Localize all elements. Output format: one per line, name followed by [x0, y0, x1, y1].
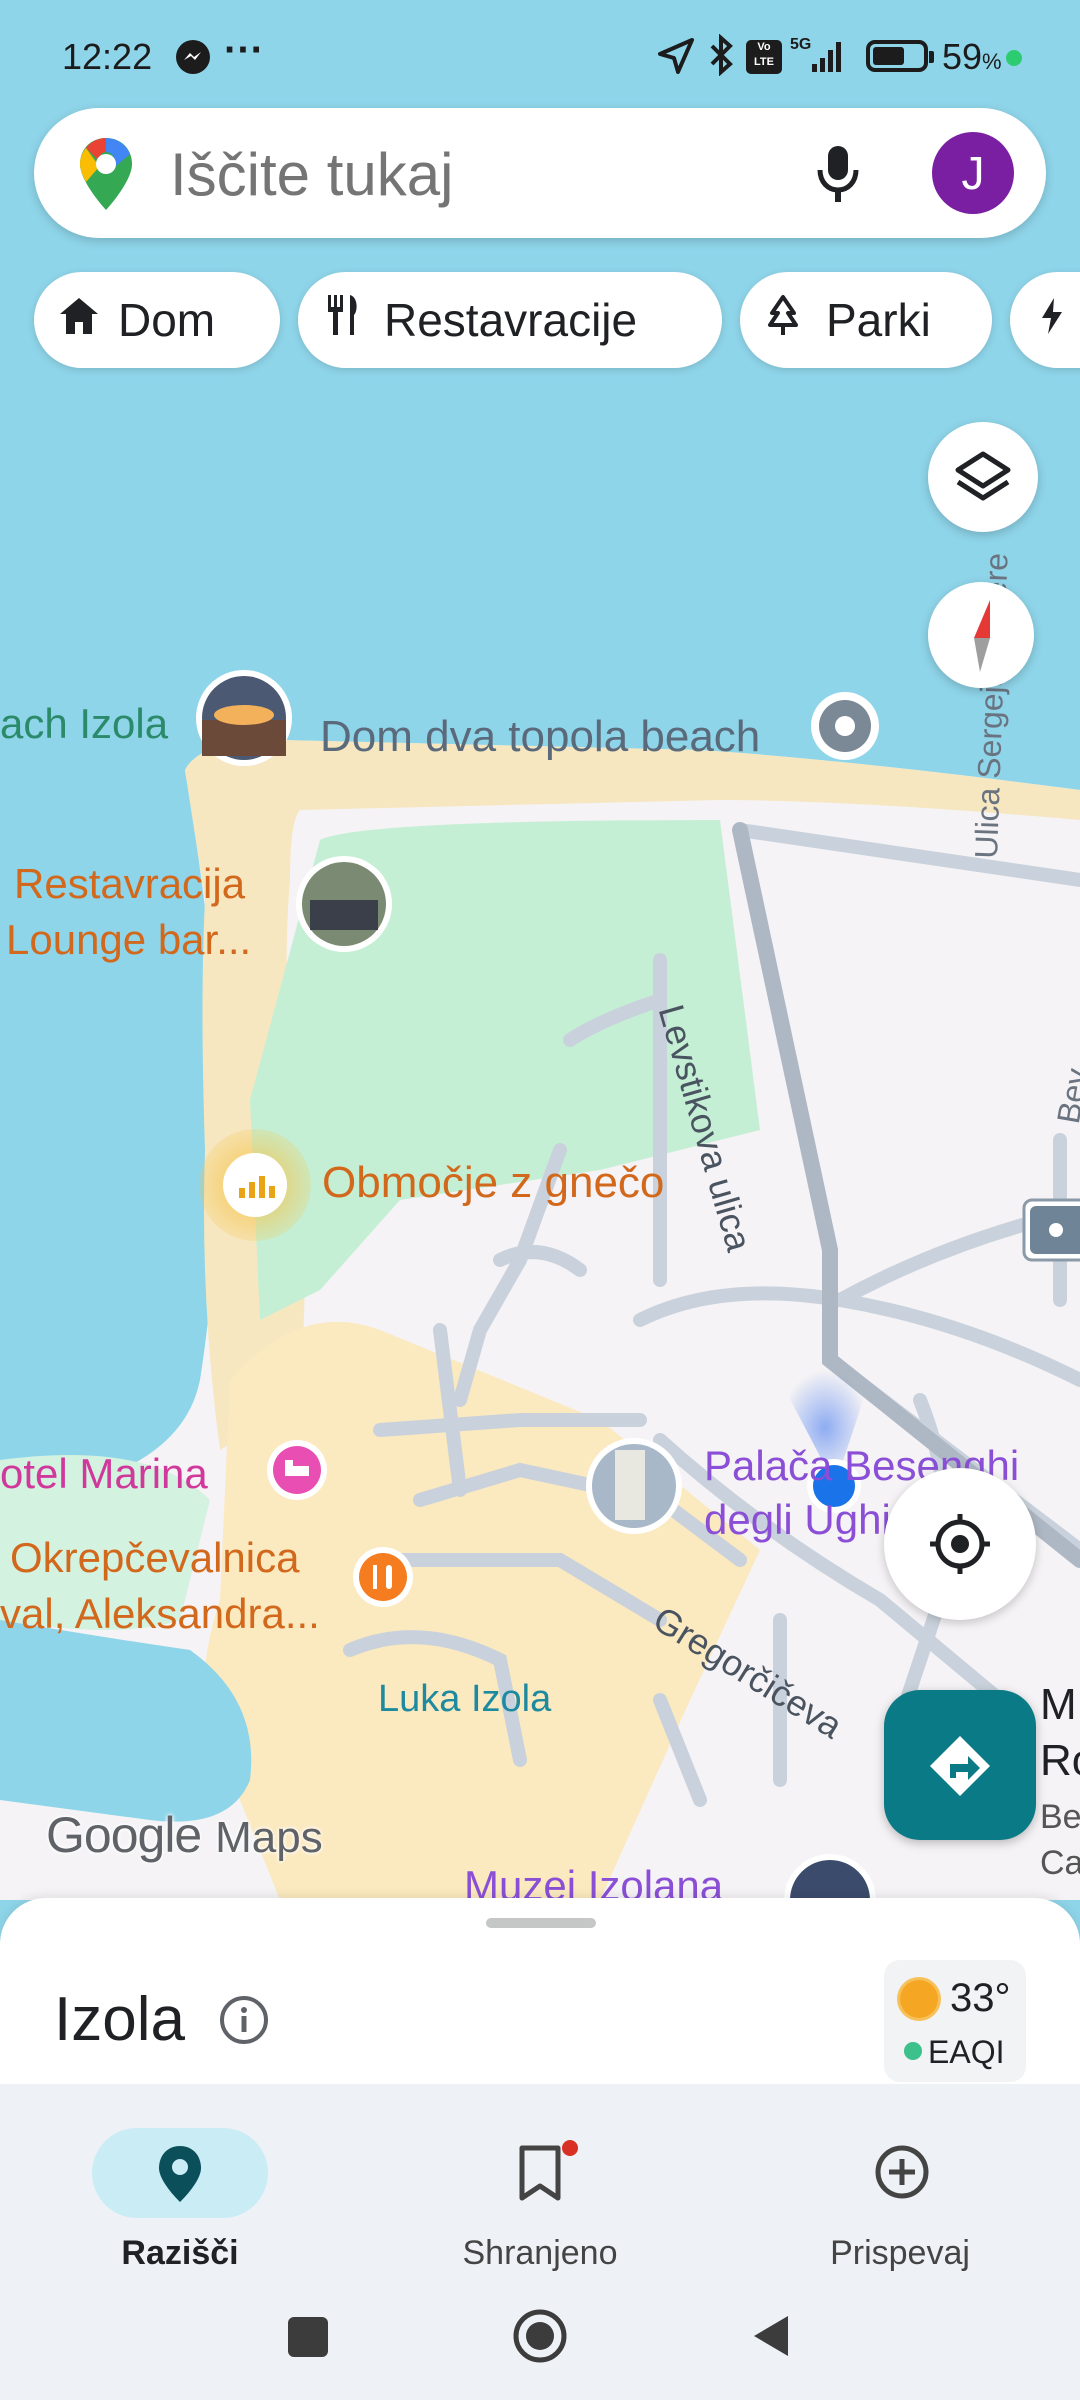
status-time: 12:22	[62, 36, 153, 77]
fork-knife-icon	[324, 293, 362, 348]
lightning-icon	[1040, 293, 1064, 347]
chip-parks-label: Parki	[826, 294, 931, 346]
network-type: 5G	[790, 36, 812, 53]
bottom-navigation: Razišči Shranjeno Prispevaj	[0, 2084, 1080, 2400]
notification-dot	[562, 2140, 578, 2156]
chip-restaurants[interactable]: Restavracije	[298, 272, 722, 368]
microphone-icon[interactable]	[814, 142, 862, 211]
watermark-maps: Maps	[215, 1813, 323, 1862]
location-pin-icon	[156, 2144, 204, 2209]
map-label-right-m: M	[1040, 1680, 1077, 1729]
chip-parks[interactable]: Parki	[740, 272, 992, 368]
map-label-hotel-marina[interactable]: otel Marina	[0, 1450, 208, 1498]
aqi-dot-icon	[904, 2042, 922, 2060]
battery-unit: %	[982, 49, 1002, 74]
messenger-icon	[176, 40, 210, 74]
map-label-dom-dva-topola[interactable]: Dom dva topola beach	[320, 712, 760, 762]
map-label-right-ca: Ca	[1040, 1844, 1080, 1882]
signal-icon: 5G	[790, 36, 850, 81]
add-circle-icon	[874, 2144, 930, 2205]
weather-widget[interactable]: 33° EAQI	[884, 1960, 1026, 2082]
bluetooth-icon	[706, 33, 736, 81]
tree-icon	[766, 293, 800, 348]
layers-button[interactable]	[928, 422, 1038, 532]
map-label-okrepcevalnica-sub[interactable]: val, Aleksandra...	[0, 1590, 320, 1638]
aqi-label: EAQI	[928, 2034, 1005, 2070]
sun-icon	[900, 1980, 938, 2018]
map-label-lounge-bar[interactable]: Lounge bar...	[6, 916, 251, 964]
location-arrow-icon	[656, 36, 696, 81]
bookmark-icon	[516, 2144, 564, 2209]
chip-restaurants-label: Restavracije	[384, 294, 638, 346]
directions-button[interactable]	[884, 1690, 1036, 1840]
map-label-restavracija[interactable]: Restavracija	[14, 860, 245, 908]
google-maps-watermark: Google Maps	[46, 1806, 323, 1864]
nav-contribute-label: Prispevaj	[830, 2234, 970, 2272]
home-icon	[58, 293, 100, 347]
chip-home[interactable]: Dom	[34, 272, 280, 368]
nav-explore-label: Razišči	[121, 2234, 239, 2272]
volte-icon: Vo LTE	[746, 40, 782, 74]
temperature: 33°	[950, 1976, 1011, 2020]
compass-button[interactable]	[928, 582, 1034, 688]
recent-apps-button[interactable]	[288, 2317, 328, 2357]
search-input[interactable]	[168, 134, 732, 214]
status-bar: 12:22 ··· Vo LTE 5G 59%	[0, 0, 1080, 110]
chip-home-label: Dom	[118, 294, 216, 346]
battery-icon	[866, 40, 934, 72]
directions-icon	[930, 1736, 990, 1796]
bottom-sheet[interactable]: Izola 33° EAQI	[0, 1898, 1080, 2084]
map-label-beach-izola[interactable]: ach Izola	[0, 700, 168, 748]
account-avatar[interactable]: J	[932, 132, 1014, 214]
search-bar[interactable]: J	[34, 108, 1046, 238]
back-triangle-icon	[754, 2316, 788, 2356]
home-button[interactable]	[512, 2308, 568, 2364]
map-label-right-be: Be	[1040, 1798, 1080, 1836]
charging-dot-icon	[1006, 50, 1022, 66]
nav-contribute[interactable]: Prispevaj	[750, 2106, 1050, 2286]
watermark-google: Google	[46, 1807, 202, 1863]
nav-explore[interactable]: Razišči	[30, 2106, 330, 2286]
map-label-crowd-area[interactable]: Območje z gnečo	[322, 1158, 664, 1208]
map-label-palaca-sub[interactable]: degli Ughi	[704, 1496, 891, 1544]
home-circle-icon	[513, 2309, 567, 2363]
battery-percent: 59%	[942, 36, 1002, 78]
nav-saved[interactable]: Shranjeno	[390, 2106, 690, 2286]
back-button[interactable]	[750, 2312, 792, 2365]
map-label-right-ro: Ro	[1040, 1736, 1080, 1785]
compass-icon	[974, 600, 990, 672]
place-title: Izola	[54, 1985, 185, 2054]
drag-handle[interactable]	[486, 1918, 596, 1928]
map-label-okrepcevalnica[interactable]: Okrepčevalnica	[10, 1534, 299, 1582]
battery-value: 59	[942, 36, 983, 77]
nav-saved-label: Shranjeno	[462, 2234, 618, 2272]
my-location-button[interactable]	[884, 1468, 1036, 1620]
more-notifications-icon: ···	[224, 28, 264, 72]
info-icon[interactable]	[218, 1994, 270, 2051]
layers-icon	[955, 451, 1011, 501]
map-label-luka-izola[interactable]: Luka Izola	[378, 1678, 551, 1721]
crosshair-icon	[930, 1514, 990, 1574]
google-maps-logo-icon	[78, 136, 134, 217]
